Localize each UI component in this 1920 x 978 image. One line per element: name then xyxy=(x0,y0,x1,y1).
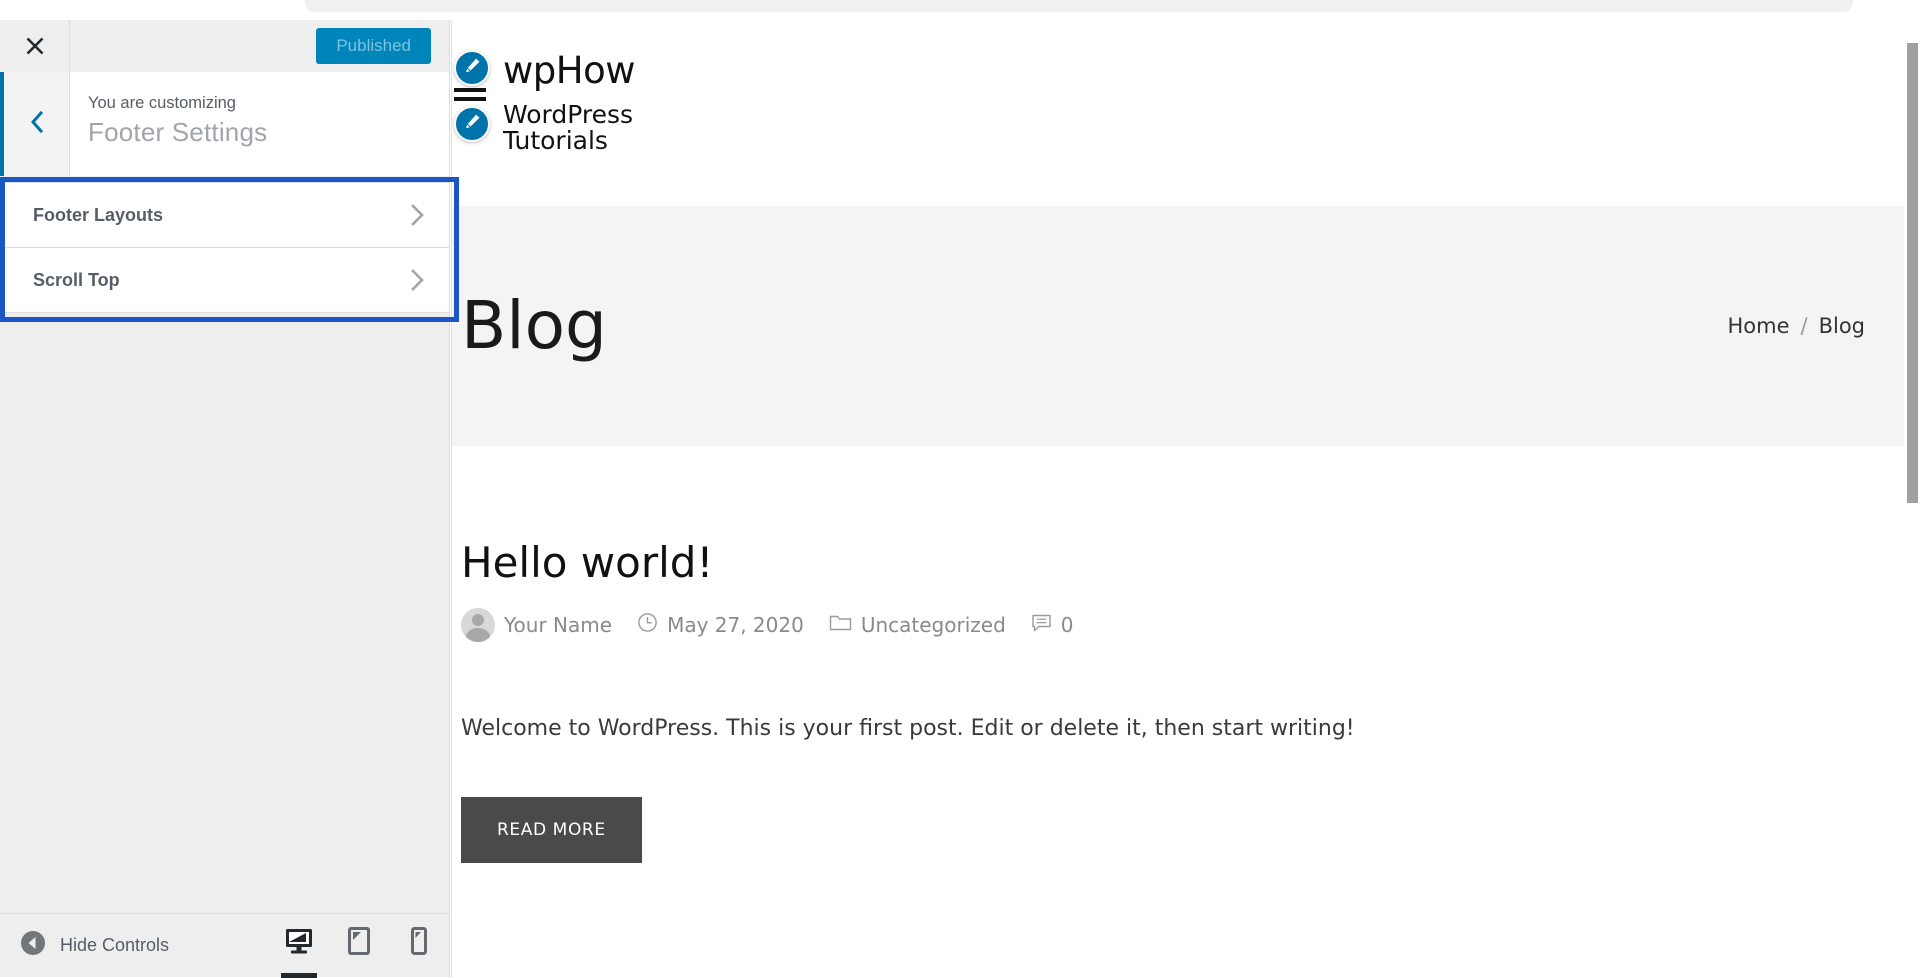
publish-area: Published xyxy=(70,20,449,72)
page-hero-banner: Blog Home / Blog xyxy=(452,206,1920,446)
site-branding: wpHow WordPress Tutorials xyxy=(461,52,761,155)
device-preview-desktop[interactable] xyxy=(269,914,329,978)
mobile-icon xyxy=(409,926,429,961)
edit-shortcut-site-description[interactable] xyxy=(454,106,490,142)
clock-icon xyxy=(637,612,658,638)
sidebar-item-footer-layouts[interactable]: Footer Layouts xyxy=(5,183,449,248)
post-date-text: May 27, 2020 xyxy=(667,613,804,637)
customizer-footer-bar: Hide Controls xyxy=(0,913,449,978)
chevron-right-icon xyxy=(407,267,427,293)
post-comment-count: 0 xyxy=(1060,613,1074,637)
customizer-panel-body xyxy=(0,323,449,913)
device-preview-tablet[interactable] xyxy=(329,914,389,978)
site-header: wpHow WordPress Tutorials xyxy=(452,20,1920,206)
panel-supertitle: You are customizing xyxy=(88,94,236,112)
device-preview-buttons xyxy=(269,914,449,978)
pencil-edit-icon xyxy=(463,112,482,136)
tablet-icon xyxy=(346,926,372,961)
post-excerpt: Welcome to WordPress. This is your first… xyxy=(461,716,1355,741)
close-x-icon xyxy=(24,35,46,57)
pencil-edit-icon xyxy=(463,56,482,80)
avatar-icon xyxy=(461,608,495,642)
edit-shortcut-site-title[interactable] xyxy=(454,50,490,86)
preview-scrollbar-thumb[interactable] xyxy=(1907,43,1918,503)
breadcrumb-home-link[interactable]: Home xyxy=(1727,314,1789,338)
customizer-section-list: Footer Layouts Scroll Top xyxy=(5,182,449,313)
customizer-panel-title-row: You are customizing Footer Settings xyxy=(0,72,449,176)
collapse-arrow-left-icon xyxy=(20,930,46,961)
breadcrumb-separator: / xyxy=(1800,314,1808,338)
panel-title-block: You are customizing Footer Settings xyxy=(70,72,449,176)
hide-controls-label: Hide Controls xyxy=(60,935,170,955)
browser-tab-bar xyxy=(305,0,1853,12)
comment-bubble-icon xyxy=(1031,613,1052,638)
post-category-name[interactable]: Uncategorized xyxy=(861,613,1006,637)
desktop-icon xyxy=(284,927,314,960)
section-item-label: Footer Layouts xyxy=(33,204,164,225)
post-author: Your Name xyxy=(461,608,612,642)
folder-icon xyxy=(829,613,852,638)
chevron-right-icon xyxy=(407,202,427,228)
post-meta-row: Your Name May 27, 2020 Uncategorized 0 xyxy=(461,608,1920,642)
customizer-header: Published xyxy=(0,20,449,72)
read-more-button[interactable]: READ MORE xyxy=(461,797,642,863)
browser-chrome-strip xyxy=(0,0,1920,20)
post-author-name: Your Name xyxy=(504,613,613,637)
chevron-left-icon xyxy=(26,108,48,141)
panel-title: Footer Settings xyxy=(88,116,268,147)
breadcrumb: Home / Blog xyxy=(1727,314,1865,338)
section-item-label: Scroll Top xyxy=(33,269,120,290)
site-title[interactable]: wpHow xyxy=(461,52,761,89)
post-comments: 0 xyxy=(1031,613,1074,638)
publish-button[interactable]: Published xyxy=(316,28,431,64)
post-content-area: Hello world! Your Name May 27, 2020 Unca… xyxy=(452,446,1920,977)
site-preview-frame: wpHow WordPress Tutorials Blog Home / Bl… xyxy=(451,20,1920,977)
page-title: Blog xyxy=(461,287,607,364)
post-date: May 27, 2020 xyxy=(637,612,804,638)
hide-controls-button[interactable]: Hide Controls xyxy=(0,930,269,961)
device-preview-mobile[interactable] xyxy=(389,914,449,978)
post-title[interactable]: Hello world! xyxy=(461,542,1920,584)
breadcrumb-current: Blog xyxy=(1818,314,1865,338)
customizer-sidebar: Published You are customizing Footer Set… xyxy=(0,20,459,978)
close-customizer-button[interactable] xyxy=(0,20,70,72)
post-category: Uncategorized xyxy=(829,613,1006,638)
panel-back-button[interactable] xyxy=(0,72,70,176)
sidebar-item-scroll-top[interactable]: Scroll Top xyxy=(5,248,449,313)
